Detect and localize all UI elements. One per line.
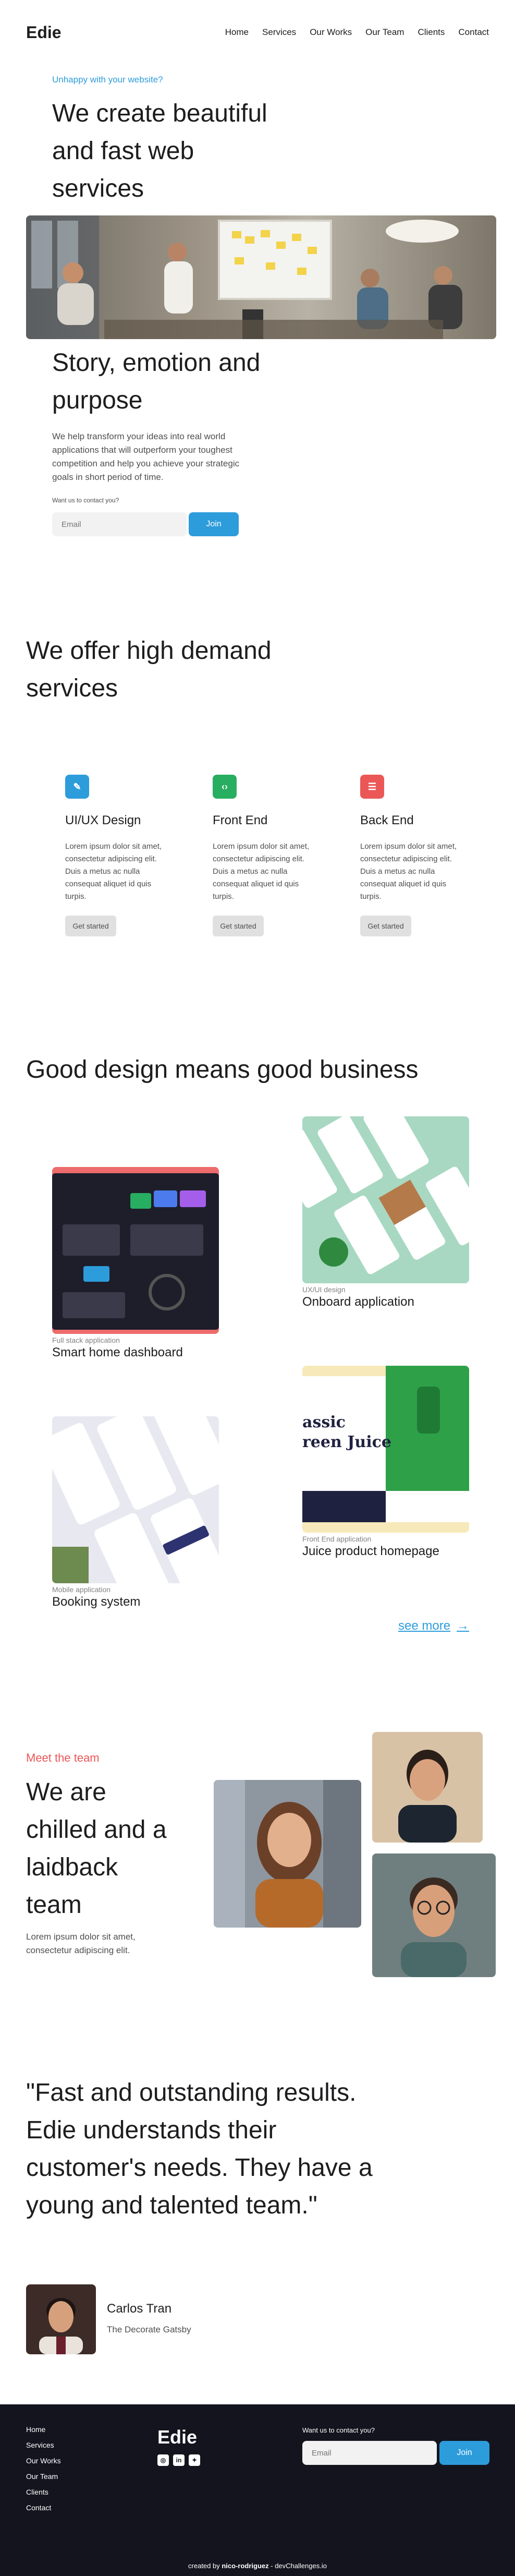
services-title: We offer high demand services — [26, 637, 272, 702]
story-text: We help transform your ideas into real w… — [52, 431, 240, 482]
contact-label: Want us to contact you? — [52, 497, 119, 504]
work-card-onboard[interactable]: UX/UI design Onboard application — [302, 1116, 469, 1309]
page: Edie Home Services Our Works Our Team Cl… — [0, 0, 515, 2576]
service-title: UI/UX Design — [65, 813, 141, 827]
arrow-right-icon: → — [457, 1619, 470, 1633]
footer-link-our-team[interactable]: Our Team — [26, 2472, 61, 2481]
work-name: Juice product homepage — [302, 1544, 439, 1558]
nav-our-works[interactable]: Our Works — [310, 27, 352, 38]
team-member-photo — [372, 1732, 483, 1843]
work-category: Mobile application — [52, 1585, 111, 1594]
see-more-label: see more — [398, 1619, 451, 1633]
team-title: We are chilled and a laidback team — [26, 1778, 167, 1919]
site-header: Edie Home Services Our Works Our Team Cl… — [0, 0, 515, 67]
work-name: Booking system — [52, 1595, 141, 1609]
footer-credit: created by nico-rodriguez - devChallenge… — [0, 2562, 515, 2570]
nav-our-team[interactable]: Our Team — [365, 27, 404, 38]
work-category: UX/UI design — [302, 1285, 346, 1294]
service-card-backend: ☰ Back End Lorem ipsum dolor sit amet, c… — [360, 775, 459, 936]
footer-contact-label: Want us to contact you? — [302, 2426, 375, 2434]
code-icon: ‹› — [213, 775, 237, 799]
list-icon: ☰ — [360, 775, 384, 799]
service-card-frontend: ‹› Front End Lorem ipsum dolor sit amet,… — [213, 775, 312, 936]
nav-contact[interactable]: Contact — [458, 27, 489, 38]
team-member-photo — [214, 1780, 361, 1928]
juice-overlay-text-1: assic — [302, 1413, 346, 1431]
hero-photo-illustration — [26, 215, 496, 339]
footer-nav: Home Services Our Works Our Team Clients… — [26, 2425, 61, 2512]
credit-prefix: created by — [188, 2562, 220, 2570]
service-text: Lorem ipsum dolor sit amet, consectetur … — [360, 842, 457, 901]
credit-suffix: - devChallenges.io — [271, 2562, 327, 2570]
works-title: Good design means good business — [26, 1056, 419, 1084]
author-name: Carlos Tran — [107, 2302, 172, 2316]
see-more-link[interactable]: see more → — [398, 1619, 469, 1633]
juice-overlay-text-2: reen Juice — [302, 1433, 391, 1451]
service-text: Lorem ipsum dolor sit amet, consectetur … — [65, 842, 162, 901]
email-input[interactable] — [52, 512, 187, 536]
linkedin-icon[interactable]: in — [173, 2454, 185, 2466]
work-image: assic reen Juice — [302, 1366, 469, 1533]
footer-link-our-works[interactable]: Our Works — [26, 2457, 61, 2465]
social-links: ◎ in ✦ — [157, 2454, 200, 2466]
footer-link-services[interactable]: Services — [26, 2441, 61, 2449]
get-started-button[interactable]: Get started — [65, 916, 116, 936]
author-company: The Decorate Gatsby — [107, 2325, 191, 2334]
main-nav: Home Services Our Works Our Team Clients… — [225, 27, 489, 38]
work-name: Onboard application — [302, 1295, 414, 1309]
work-category: Front End application — [302, 1535, 372, 1543]
testimonial-quote: "Fast and outstanding results. Edie unde… — [26, 2079, 373, 2219]
footer-link-contact[interactable]: Contact — [26, 2503, 61, 2512]
service-text: Lorem ipsum dolor sit amet, consectetur … — [213, 842, 310, 901]
footer-email-input[interactable] — [302, 2441, 437, 2465]
service-title: Front End — [213, 813, 268, 827]
work-card-booking[interactable]: Mobile application Booking system — [52, 1416, 219, 1609]
team-eyebrow: Meet the team — [26, 1751, 100, 1764]
site-footer: Home Services Our Works Our Team Clients… — [0, 2404, 515, 2576]
join-button[interactable]: Join — [189, 512, 239, 536]
work-image — [52, 1167, 219, 1334]
work-card-juice[interactable]: assic reen Juice Front End application J… — [302, 1366, 469, 1559]
logo[interactable]: Edie — [26, 23, 62, 42]
team-text: Lorem ipsum dolor sit amet, consectetur … — [26, 1932, 136, 1955]
nav-services[interactable]: Services — [262, 27, 296, 38]
work-category: Full stack application — [52, 1336, 120, 1344]
work-image — [52, 1416, 219, 1583]
footer-join-button[interactable]: Join — [439, 2441, 489, 2465]
instagram-icon[interactable]: ◎ — [157, 2454, 169, 2466]
hero-eyebrow: Unhappy with your website? — [52, 75, 163, 85]
service-title: Back End — [360, 813, 414, 827]
team-member-photo — [372, 1853, 496, 1977]
work-card-smart-home[interactable]: Full stack application Smart home dashbo… — [52, 1167, 219, 1360]
footer-logo[interactable]: Edie — [157, 2426, 197, 2448]
credit-author-link[interactable]: nico-rodriguez — [222, 2562, 268, 2570]
hero-image — [26, 215, 496, 339]
footer-link-home[interactable]: Home — [26, 2425, 61, 2434]
work-name: Smart home dashboard — [52, 1345, 183, 1359]
nav-home[interactable]: Home — [225, 27, 249, 38]
pencil-icon: ✎ — [65, 775, 89, 799]
twitter-icon[interactable]: ✦ — [189, 2454, 200, 2466]
nav-clients[interactable]: Clients — [418, 27, 445, 38]
hero-title: We create beautiful and fast web service… — [52, 100, 267, 202]
footer-link-clients[interactable]: Clients — [26, 2488, 61, 2496]
story-title: Story, emotion and purpose — [52, 349, 261, 414]
work-image — [302, 1116, 469, 1283]
author-avatar — [26, 2284, 96, 2354]
get-started-button[interactable]: Get started — [213, 916, 264, 936]
service-card-uiux: ✎ UI/UX Design Lorem ipsum dolor sit ame… — [65, 775, 164, 936]
get-started-button[interactable]: Get started — [360, 916, 411, 936]
